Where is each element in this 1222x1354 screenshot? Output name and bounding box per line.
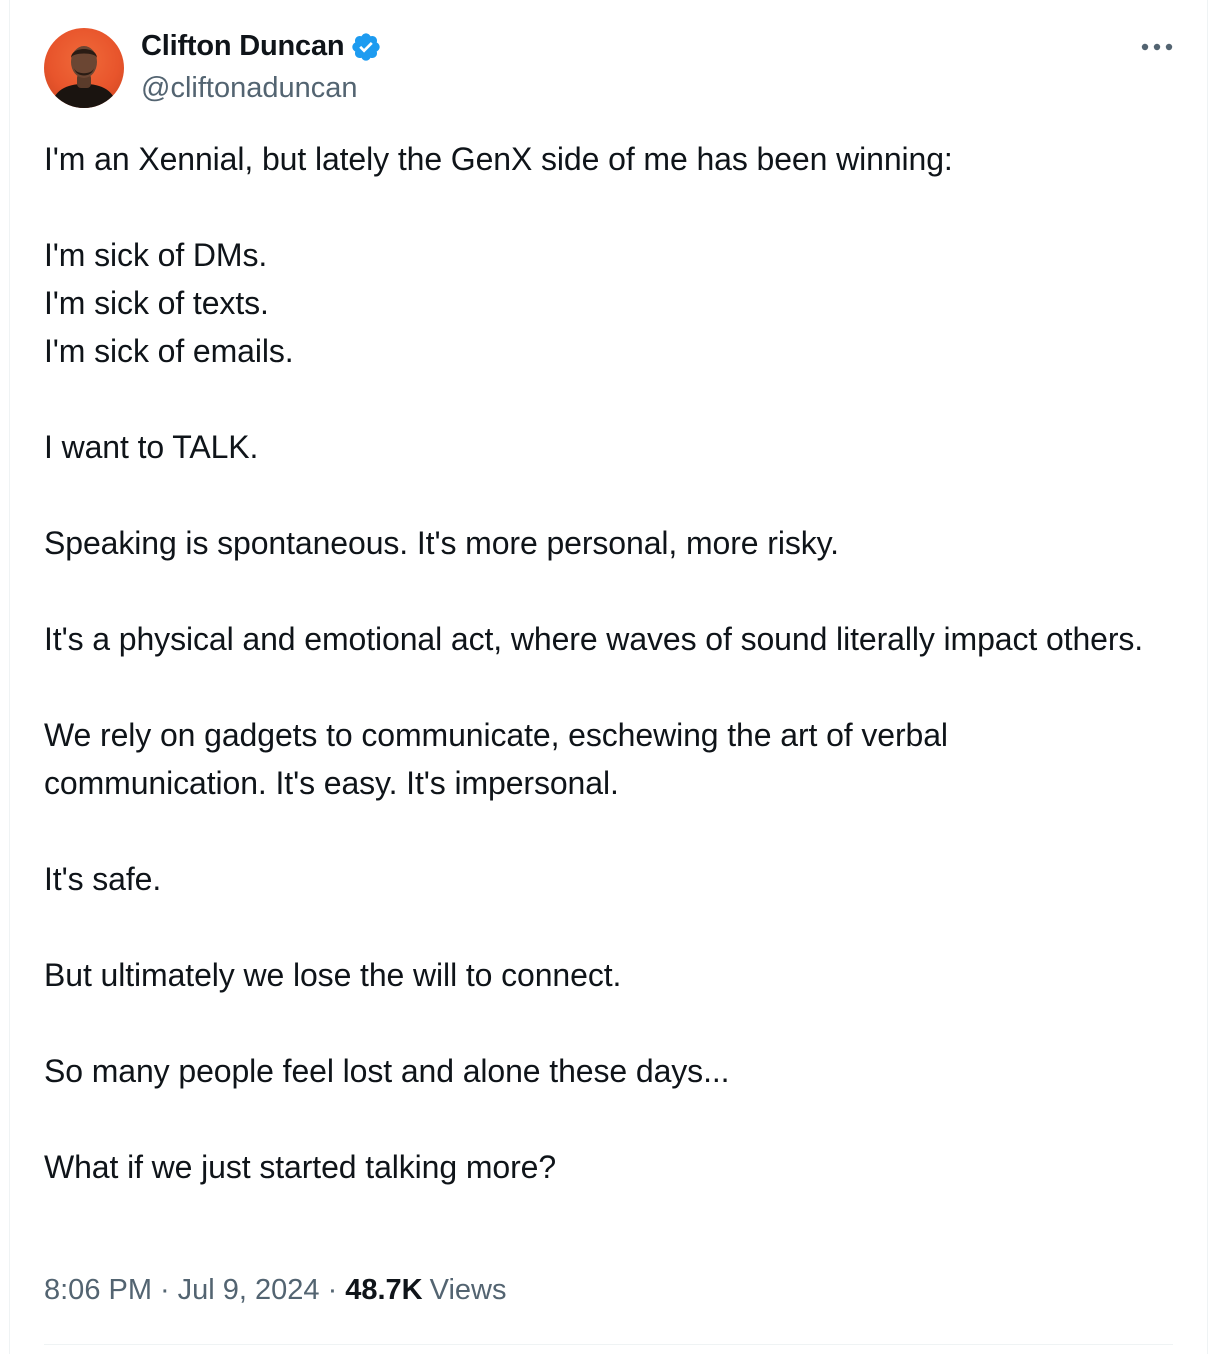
divider	[44, 1344, 1173, 1345]
tweet-paragraph: It's safe.	[44, 861, 162, 897]
tweet-time[interactable]: 8:06 PM	[44, 1274, 152, 1307]
tweet-paragraph: What if we just started talking more?	[44, 1149, 557, 1185]
tweet-paragraph: I'm sick of DMs. I'm sick of texts. I'm …	[44, 237, 294, 369]
tweet-paragraph: So many people feel lost and alone these…	[44, 1053, 730, 1089]
meta-separator: ·	[327, 1274, 338, 1306]
meta-separator: ·	[160, 1274, 170, 1306]
views-label[interactable]: Views	[430, 1274, 507, 1307]
tweet-paragraph: I want to TALK.	[44, 429, 259, 465]
more-horizontal-icon[interactable]	[1137, 32, 1177, 62]
tweet-card: Clifton Duncan @cliftonaduncan I'm an Xe…	[9, 0, 1208, 1354]
tweet-paragraph: I'm an Xennial, but lately the GenX side…	[44, 141, 953, 177]
avatar-portrait	[50, 46, 118, 108]
views-count[interactable]: 48.7K	[345, 1274, 422, 1307]
tweet-text: I'm an Xennial, but lately the GenX side…	[44, 135, 1174, 1191]
tweet-date[interactable]: Jul 9, 2024	[178, 1274, 320, 1307]
tweet-paragraph: We rely on gadgets to communicate, esche…	[44, 717, 948, 801]
tweet-paragraph: Speaking is spontaneous. It's more perso…	[44, 525, 839, 561]
author-handle[interactable]: @cliftonaduncan	[141, 72, 357, 105]
tweet-paragraph: But ultimately we lose the will to conne…	[44, 957, 622, 993]
author-display-name[interactable]: Clifton Duncan	[141, 30, 345, 63]
avatar[interactable]	[44, 28, 124, 108]
tweet-meta: 8:06 PM · Jul 9, 2024 · 48.7K Views	[44, 1274, 506, 1307]
tweet-paragraph: It's a physical and emotional act, where…	[44, 621, 1144, 657]
author-display-name-row[interactable]: Clifton Duncan	[141, 30, 382, 63]
verified-badge-icon[interactable]	[350, 31, 382, 63]
